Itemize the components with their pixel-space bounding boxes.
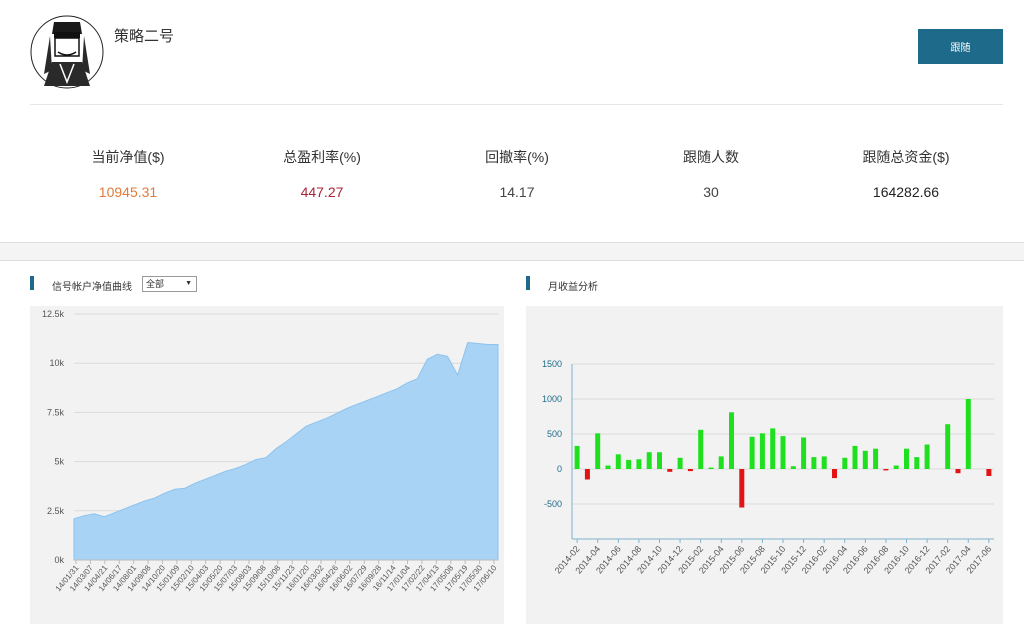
bar-2016-11 (914, 457, 920, 469)
y-tick-label: 10k (49, 358, 64, 368)
equity-curve-title: 信号帐户净值曲线 (52, 282, 132, 293)
bar-2016-01 (811, 457, 817, 469)
section-separator (0, 242, 1024, 261)
bar-2016-12 (924, 444, 930, 469)
bar-2015-05 (729, 412, 734, 469)
monthly-chart-panel: -500 0 500 1000 1500 2014-02 2014-04 2014-06 201… (526, 306, 1003, 624)
bar-2015-10 (780, 436, 786, 469)
bar-2014-11 (667, 469, 673, 472)
bar-2014-03 (584, 469, 590, 480)
stat-value: 30 (703, 184, 719, 200)
bar-2017-03 (955, 469, 961, 474)
monthly-bar-chart: -5000500100015002014-022014-042014-06201… (542, 359, 994, 576)
bar-2015-09 (770, 428, 776, 469)
section-marker (30, 276, 34, 290)
divider (30, 104, 1003, 105)
bar-2015-04 (718, 456, 724, 469)
bar-2016-04 (842, 457, 848, 469)
bar-2015-08 (759, 433, 765, 469)
y-tick-label: 1000 (542, 394, 562, 404)
y-tick-label: 12.5k (42, 309, 65, 319)
y-tick-label: 0k (54, 555, 64, 565)
bar-2015-06 (739, 469, 745, 508)
trader-avatar (30, 15, 104, 89)
stat-label: 总盈利率(%) (283, 149, 361, 165)
y-tick-label: 1500 (542, 359, 562, 369)
range-select-value: 全部 (146, 279, 165, 289)
stat-value: 164282.66 (872, 184, 940, 200)
bar-2016-05 (852, 445, 858, 469)
bar-2017-06 (986, 469, 992, 476)
bar-2014-07 (626, 459, 632, 469)
equity-chart-panel: 0k 2.5k 5k 7.5k 10k 12.5k 14/01/31 14/03/07 14/0… (30, 306, 504, 624)
bar-2016-03 (832, 469, 837, 479)
strategy-name: 策略二号 (114, 28, 175, 45)
stat-label: 回撤率(%) (485, 149, 549, 165)
stat-label: 跟随总资金($) (862, 149, 950, 165)
bar-2016-07 (873, 448, 879, 469)
section-marker (526, 276, 530, 290)
bar-2015-03 (708, 467, 714, 469)
bar-2014-08 (636, 459, 642, 469)
bar-2016-10 (904, 448, 909, 469)
bar-2015-12 (801, 437, 807, 469)
y-tick-label: 5k (54, 457, 64, 467)
stat-label: 当前净值($) (91, 149, 165, 165)
y-tick-label: 2.5k (47, 506, 65, 516)
stat-value: 10945.31 (98, 184, 158, 200)
bar-2014-12 (677, 457, 683, 469)
bar-2016-06 (862, 450, 868, 469)
bar-2015-11 (790, 466, 796, 469)
monthly-returns-title: 月收益分析 (548, 282, 598, 293)
bar-2014-02 (574, 445, 580, 469)
y-tick-label: 0 (557, 464, 562, 474)
bar-2015-02 (698, 429, 704, 469)
bar-2017-02 (945, 424, 951, 469)
bar-2014-09 (646, 452, 652, 469)
stat-value: 14.17 (499, 184, 535, 200)
bar-2014-06 (615, 454, 621, 469)
equity-area-chart: 0k2.5k5k7.5k10k12.5k14/01/3114/03/0714/0… (42, 309, 499, 593)
y-tick-label: 500 (547, 429, 562, 439)
bar-2016-08 (883, 469, 889, 471)
y-tick-label: 7.5k (47, 407, 65, 417)
bar-2014-04 (595, 433, 601, 469)
bar-2015-01 (687, 469, 693, 472)
bar-2014-10 (657, 452, 662, 469)
y-tick-label: -500 (544, 499, 562, 509)
bar-2014-05 (605, 465, 611, 469)
bar-2015-07 (749, 436, 755, 469)
stat-value: 447.27 (300, 184, 344, 200)
stat-label: 跟随人数 (683, 149, 739, 165)
follow-button[interactable]: 跟随 (918, 29, 1003, 64)
strategy-header: 策略二号 跟随 (0, 0, 1024, 105)
bar-2016-09 (893, 465, 899, 469)
chevron-down-icon: ▼ (185, 280, 192, 287)
bar-2017-04 (965, 399, 971, 469)
equity-area-series (73, 341, 499, 561)
bar-2016-02 (821, 456, 827, 469)
range-select[interactable]: 全部 ▼ (142, 276, 197, 292)
